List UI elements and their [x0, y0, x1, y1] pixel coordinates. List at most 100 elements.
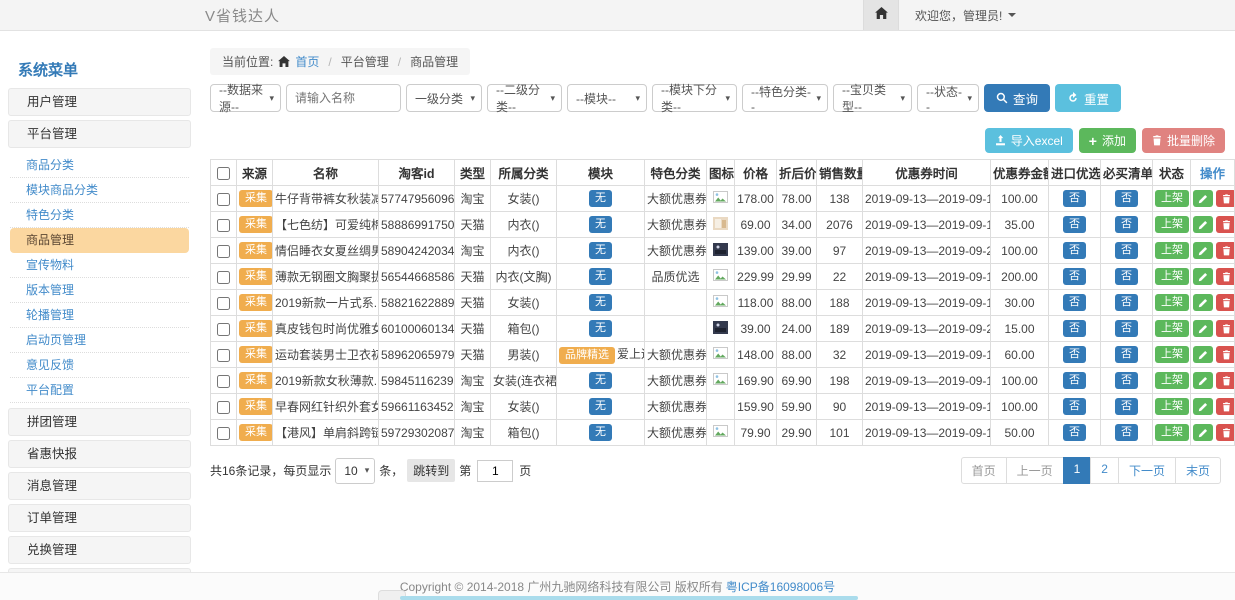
row-checkbox[interactable]	[217, 401, 230, 414]
page-button-2[interactable]: 1	[1063, 457, 1092, 484]
must-buy-toggle[interactable]: 否	[1115, 216, 1138, 234]
edit-button[interactable]	[1193, 294, 1213, 311]
edit-button[interactable]	[1193, 216, 1213, 233]
imported-toggle[interactable]: 否	[1063, 424, 1086, 442]
reset-button[interactable]: 重置	[1055, 84, 1121, 112]
sidebar-group-4[interactable]: 消息管理	[8, 472, 191, 500]
delete-button[interactable]	[1216, 424, 1235, 441]
filter-select-8[interactable]: --状态--▾	[917, 84, 979, 112]
query-button[interactable]: 查询	[984, 84, 1050, 112]
home-button[interactable]	[863, 0, 899, 30]
must-buy-toggle[interactable]: 否	[1115, 190, 1138, 208]
filter-select-0[interactable]: --数据来源--▾	[210, 84, 281, 112]
imported-toggle[interactable]: 否	[1063, 372, 1086, 390]
delete-button[interactable]	[1216, 320, 1235, 337]
edit-button[interactable]	[1193, 372, 1213, 389]
sidebar-group-3[interactable]: 省惠快报	[8, 440, 191, 468]
status-badge[interactable]: 上架	[1155, 346, 1189, 364]
sidebar-item-5[interactable]: 版本管理	[10, 278, 189, 303]
filter-select-5[interactable]: --模块下分类--▾	[652, 84, 737, 112]
edit-button[interactable]	[1193, 346, 1213, 363]
imported-toggle[interactable]: 否	[1063, 398, 1086, 416]
must-buy-toggle[interactable]: 否	[1115, 346, 1138, 364]
must-buy-toggle[interactable]: 否	[1115, 268, 1138, 286]
delete-button[interactable]	[1216, 372, 1235, 389]
delete-button[interactable]	[1216, 294, 1235, 311]
row-checkbox[interactable]	[217, 323, 230, 336]
edit-button[interactable]	[1193, 190, 1213, 207]
filter-select-4[interactable]: --模块--▾	[567, 84, 647, 112]
sidebar-group-1[interactable]: 平台管理	[8, 120, 191, 148]
sidebar-group-6[interactable]: 兑换管理	[8, 536, 191, 564]
breadcrumb-home-link[interactable]: 首页	[295, 53, 319, 70]
sidebar-group-0[interactable]: 用户管理	[8, 88, 191, 116]
sidebar-item-0[interactable]: 商品分类	[10, 153, 189, 178]
row-checkbox[interactable]	[217, 349, 230, 362]
import-excel-button[interactable]: 导入excel	[985, 128, 1073, 153]
imported-toggle[interactable]: 否	[1063, 216, 1086, 234]
status-badge[interactable]: 上架	[1155, 424, 1189, 442]
must-buy-toggle[interactable]: 否	[1115, 320, 1138, 338]
status-badge[interactable]: 上架	[1155, 398, 1189, 416]
user-menu[interactable]: 欢迎您，管理员!	[915, 7, 1016, 24]
filter-select-2[interactable]: 一级分类▾	[406, 84, 482, 112]
status-badge[interactable]: 上架	[1155, 216, 1189, 234]
row-checkbox[interactable]	[217, 219, 230, 232]
edit-button[interactable]	[1193, 268, 1213, 285]
edit-button[interactable]	[1193, 242, 1213, 259]
edit-button[interactable]	[1193, 424, 1213, 441]
page-button-3[interactable]: 2	[1090, 457, 1119, 484]
must-buy-toggle[interactable]: 否	[1115, 372, 1138, 390]
delete-button[interactable]	[1216, 190, 1235, 207]
edit-button[interactable]	[1193, 398, 1213, 415]
row-checkbox[interactable]	[217, 375, 230, 388]
row-checkbox[interactable]	[217, 427, 230, 440]
status-badge[interactable]: 上架	[1155, 190, 1189, 208]
name-search-input[interactable]	[286, 84, 401, 112]
delete-button[interactable]	[1216, 398, 1235, 415]
row-checkbox[interactable]	[217, 193, 230, 206]
filter-select-6[interactable]: --特色分类--▾	[742, 84, 828, 112]
status-badge[interactable]: 上架	[1155, 268, 1189, 286]
imported-toggle[interactable]: 否	[1063, 320, 1086, 338]
page-button-4[interactable]: 下一页	[1118, 457, 1176, 484]
edit-button[interactable]	[1193, 320, 1213, 337]
sidebar-item-9[interactable]: 平台配置	[10, 378, 189, 403]
must-buy-toggle[interactable]: 否	[1115, 424, 1138, 442]
row-checkbox[interactable]	[217, 245, 230, 258]
delete-button[interactable]	[1216, 216, 1235, 233]
delete-button[interactable]	[1216, 268, 1235, 285]
sidebar-item-6[interactable]: 轮播管理	[10, 303, 189, 328]
jump-button[interactable]: 跳转到	[407, 459, 455, 482]
sidebar-item-7[interactable]: 启动页管理	[10, 328, 189, 353]
row-checkbox[interactable]	[217, 297, 230, 310]
delete-button[interactable]	[1216, 346, 1235, 363]
sidebar-item-4[interactable]: 宣传物料	[10, 253, 189, 278]
jump-page-input[interactable]	[477, 460, 513, 482]
add-button[interactable]: + 添加	[1079, 128, 1136, 153]
sidebar-group-2[interactable]: 拼团管理	[8, 408, 191, 436]
must-buy-toggle[interactable]: 否	[1115, 294, 1138, 312]
page-button-5[interactable]: 末页	[1175, 457, 1221, 484]
page-button-1[interactable]: 上一页	[1006, 457, 1064, 484]
imported-toggle[interactable]: 否	[1063, 190, 1086, 208]
imported-toggle[interactable]: 否	[1063, 268, 1086, 286]
status-badge[interactable]: 上架	[1155, 294, 1189, 312]
bottom-scrollbar[interactable]	[400, 596, 858, 600]
row-checkbox[interactable]	[217, 271, 230, 284]
imported-toggle[interactable]: 否	[1063, 294, 1086, 312]
status-badge[interactable]: 上架	[1155, 372, 1189, 390]
sidebar-item-3[interactable]: 商品管理	[10, 228, 189, 253]
must-buy-toggle[interactable]: 否	[1115, 242, 1138, 260]
status-badge[interactable]: 上架	[1155, 320, 1189, 338]
sidebar-group-5[interactable]: 订单管理	[8, 504, 191, 532]
status-badge[interactable]: 上架	[1155, 242, 1189, 260]
sidebar-item-1[interactable]: 模块商品分类	[10, 178, 189, 203]
sidebar-item-2[interactable]: 特色分类	[10, 203, 189, 228]
page-button-0[interactable]: 首页	[961, 457, 1007, 484]
per-page-select[interactable]: 10 ▾	[335, 458, 375, 484]
must-buy-toggle[interactable]: 否	[1115, 398, 1138, 416]
imported-toggle[interactable]: 否	[1063, 242, 1086, 260]
select-all-checkbox[interactable]	[217, 167, 230, 180]
sidebar-item-8[interactable]: 意见反馈	[10, 353, 189, 378]
